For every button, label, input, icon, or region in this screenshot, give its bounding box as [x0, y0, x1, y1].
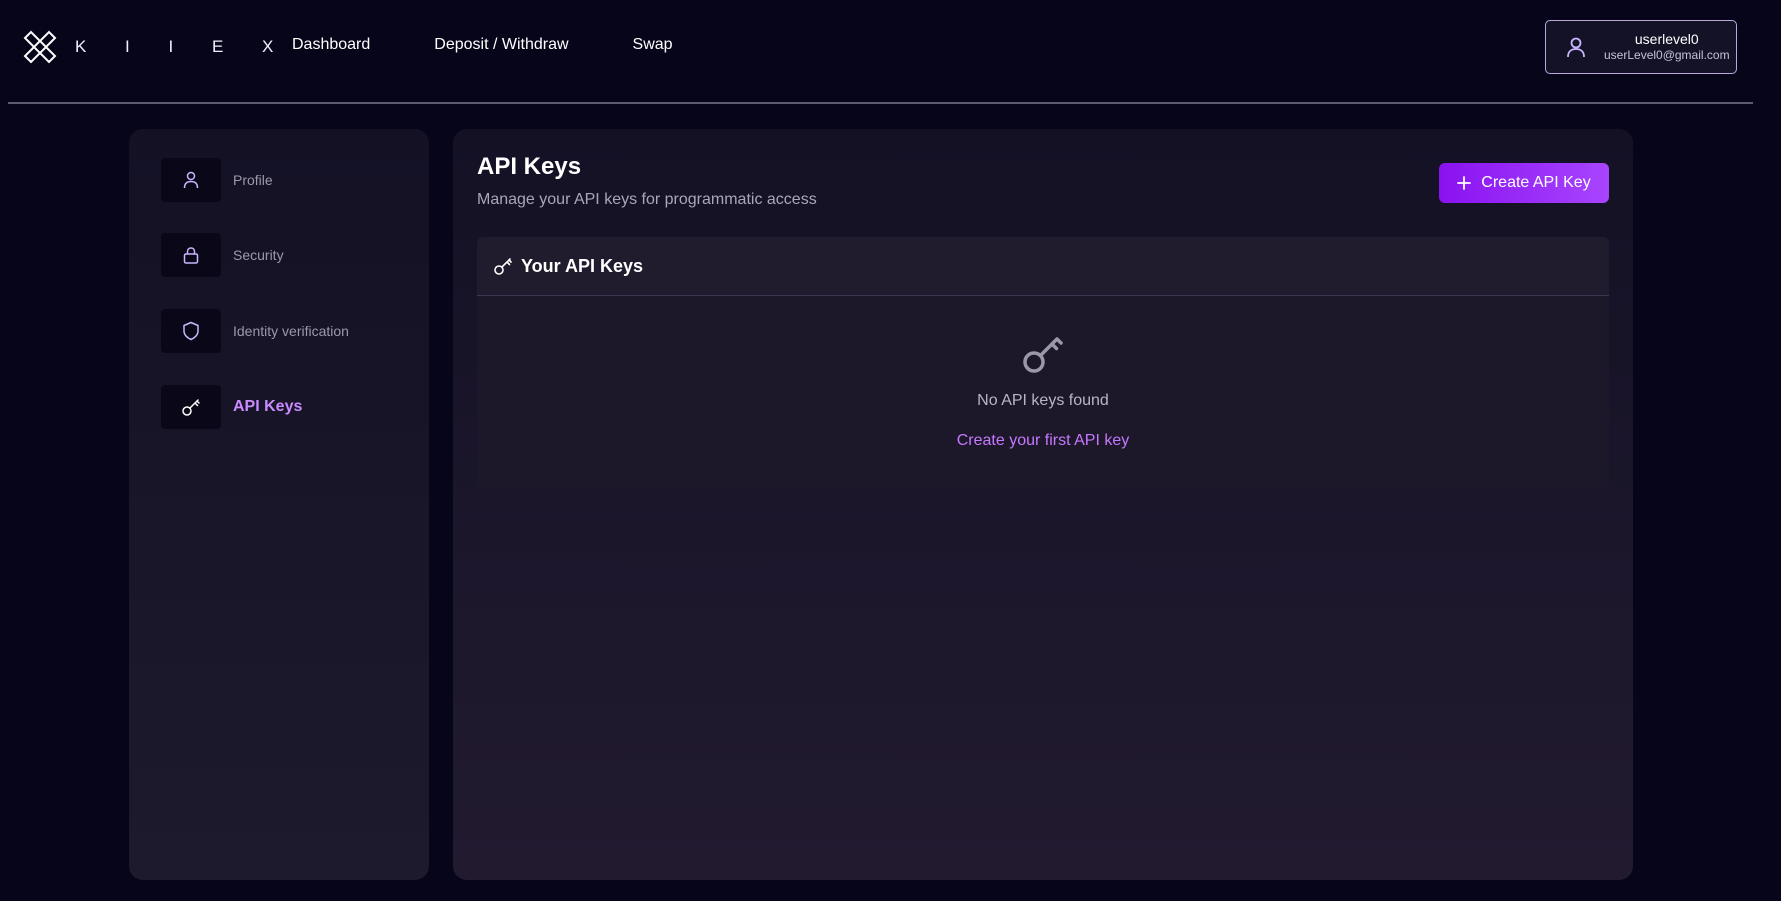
logo-mark-icon — [23, 30, 57, 64]
shield-icon — [183, 321, 199, 341]
sidebar-icon-box — [161, 158, 221, 202]
create-first-api-key-link[interactable]: Create your first API key — [957, 432, 1130, 450]
sidebar-icon-box — [161, 385, 221, 429]
sidebar-icon-box — [161, 309, 221, 353]
page-title: API Keys — [477, 153, 582, 180]
sidebar-item-label: Identity verification — [233, 323, 349, 339]
sidebar-item-identity-verification[interactable]: Identity verification — [161, 309, 349, 353]
card-header: Your API Keys — [477, 237, 1609, 296]
page-subtitle: Manage your API keys for programmatic ac… — [477, 191, 817, 208]
card-title: Your API Keys — [521, 255, 644, 276]
sidebar-item-label: API Keys — [233, 398, 303, 415]
top-header: K I I E X Dashboard Deposit / Withdraw S… — [0, 0, 1781, 104]
nav-swap[interactable]: Swap — [633, 36, 673, 54]
create-api-key-label: Create API Key — [1481, 174, 1591, 191]
empty-state: No API keys found Create your first API … — [477, 329, 1609, 450]
nav-deposit-withdraw[interactable]: Deposit / Withdraw — [434, 36, 568, 54]
user-icon — [183, 171, 199, 189]
plus-icon — [1457, 176, 1472, 190]
key-icon — [494, 258, 512, 275]
user-name: userlevel0 — [1634, 31, 1699, 48]
sidebar-item-api-keys[interactable]: API Keys — [161, 385, 302, 429]
empty-state-text: No API keys found — [977, 392, 1109, 409]
sidebar-icon-box — [161, 233, 221, 277]
user-menu-button[interactable]: userlevel0 userLevel0@gmail.com — [1545, 20, 1737, 74]
api-keys-card: Your API Keys No API keys found Create y… — [477, 237, 1609, 489]
create-api-key-button[interactable]: Create API Key — [1439, 163, 1609, 203]
user-email: userLevel0@gmail.com — [1604, 48, 1730, 63]
user-info: userlevel0 userLevel0@gmail.com — [1604, 31, 1730, 62]
main-nav: Dashboard Deposit / Withdraw Swap — [292, 36, 737, 54]
sidebar-item-profile[interactable]: Profile — [161, 158, 273, 202]
header-divider — [8, 102, 1753, 104]
key-icon — [182, 399, 200, 416]
main-panel: API Keys Manage your API keys for progra… — [453, 129, 1633, 880]
sidebar-item-security[interactable]: Security — [161, 233, 284, 277]
user-icon — [1567, 37, 1585, 58]
nav-dashboard[interactable]: Dashboard — [292, 36, 370, 54]
logo[interactable]: K I I E X — [23, 30, 290, 64]
key-icon — [1023, 337, 1063, 373]
sidebar-item-label: Profile — [233, 172, 273, 188]
settings-sidebar: Profile Security Identity verification A… — [129, 129, 429, 880]
sidebar-item-label: Security — [233, 247, 284, 263]
brand-name: K I I E X — [75, 37, 291, 56]
lock-icon — [183, 247, 199, 264]
